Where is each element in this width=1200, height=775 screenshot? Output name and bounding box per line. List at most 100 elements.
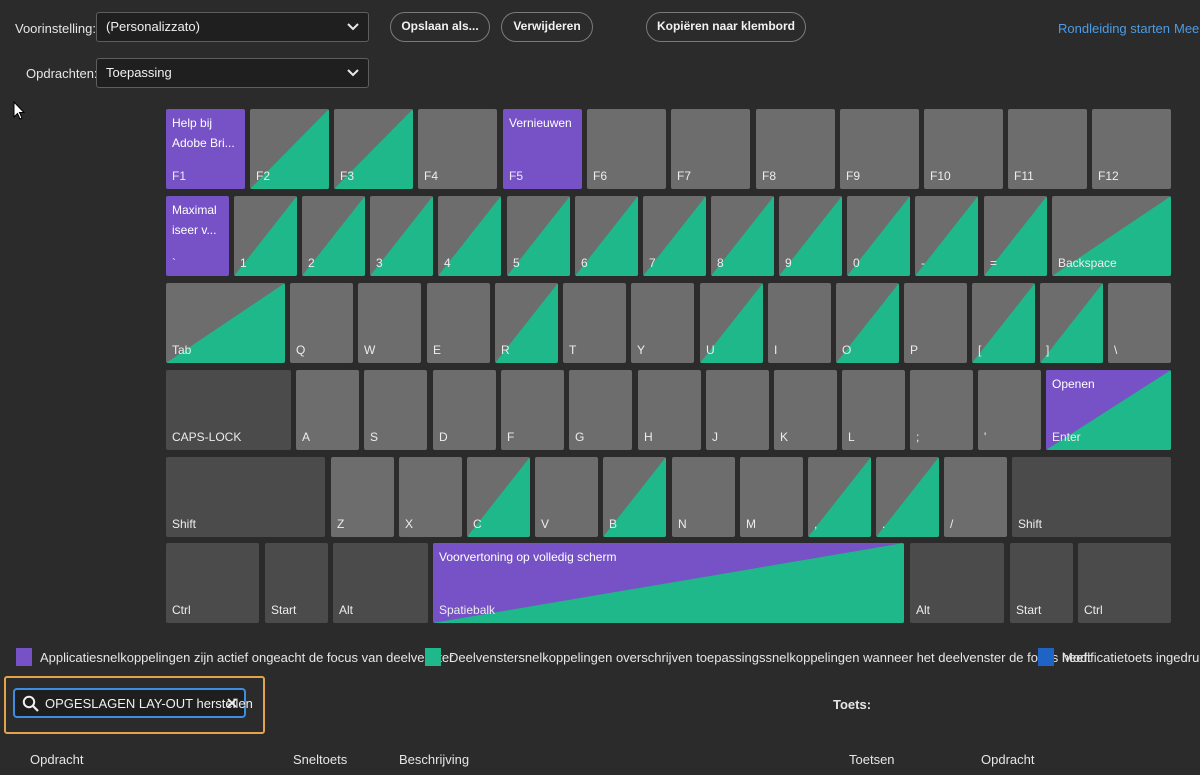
key-7[interactable]: 7 <box>643 196 706 276</box>
search-focus-ring: OPGESLAGEN LAY-OUT herstellen <box>4 676 265 734</box>
start-tour-link[interactable]: Rondleiding starten <box>1058 21 1170 36</box>
key-5[interactable]: 5 <box>507 196 570 276</box>
key-shift[interactable]: Shift <box>166 457 325 537</box>
key-label: Shift <box>1018 517 1043 531</box>
key-i[interactable]: I <box>768 283 831 363</box>
key-q[interactable]: Q <box>290 283 353 363</box>
commands-select[interactable]: Toepassing <box>96 58 369 88</box>
delete-button[interactable]: Verwijderen <box>501 12 593 42</box>
key-s[interactable]: S <box>364 370 427 450</box>
key-o[interactable]: O <box>836 283 899 363</box>
key-sym1-0[interactable]: Maximal iseer v... ` <box>166 196 229 276</box>
key-sym3-11[interactable]: ' <box>978 370 1041 450</box>
key-t[interactable]: T <box>563 283 626 363</box>
key-k[interactable]: K <box>774 370 837 450</box>
preset-label: Voorinstelling: <box>15 21 96 36</box>
key-start[interactable]: Start <box>265 543 328 623</box>
key-sym2-12[interactable]: ] <box>1040 283 1103 363</box>
key-f9[interactable]: F9 <box>840 109 919 189</box>
key-sym1-12[interactable]: = <box>984 196 1047 276</box>
key-spatiebalk[interactable]: Voorvertoning op volledig scherm Spatieba… <box>433 543 904 623</box>
key-sym4-10[interactable]: / <box>944 457 1007 537</box>
key-h[interactable]: H <box>638 370 701 450</box>
key-capslock[interactable]: CAPS-LOCK <box>166 370 291 450</box>
key-x[interactable]: X <box>399 457 462 537</box>
key-f11[interactable]: F11 <box>1008 109 1087 189</box>
key-a[interactable]: A <box>296 370 359 450</box>
key-tab[interactable]: Tab <box>166 283 285 363</box>
key-u[interactable]: U <box>700 283 763 363</box>
key-label: 2 <box>308 256 315 270</box>
search-input[interactable]: OPGESLAGEN LAY-OUT herstellen <box>13 688 253 718</box>
key-f10[interactable]: F10 <box>924 109 1003 189</box>
key-f8[interactable]: F8 <box>756 109 835 189</box>
key-alt[interactable]: Alt <box>333 543 428 623</box>
search-input-value: OPGESLAGEN LAY-OUT herstellen <box>45 696 253 711</box>
key-shift[interactable]: Shift <box>1012 457 1171 537</box>
column-header-keys[interactable]: Toetsen <box>849 752 895 767</box>
key-sym4-8[interactable]: , <box>808 457 871 537</box>
key-f6[interactable]: F6 <box>587 109 666 189</box>
key-ctrl[interactable]: Ctrl <box>166 543 259 623</box>
column-header-description[interactable]: Beschrijving <box>399 752 469 767</box>
key-f1[interactable]: Help bij Adobe Bri... F1 <box>166 109 245 189</box>
key-z[interactable]: Z <box>331 457 394 537</box>
key-2[interactable]: 2 <box>302 196 365 276</box>
key-f3[interactable]: F3 <box>334 109 413 189</box>
key-b[interactable]: B <box>603 457 666 537</box>
key-f2[interactable]: F2 <box>250 109 329 189</box>
key-label: F6 <box>593 169 608 183</box>
more-link[interactable]: Meer <box>1174 21 1200 36</box>
key-f7[interactable]: F7 <box>671 109 750 189</box>
key-label: Start <box>271 603 297 617</box>
copy-to-clipboard-button[interactable]: Kopiëren naar klembord <box>646 12 806 42</box>
key-p[interactable]: P <box>904 283 967 363</box>
key-label: A <box>302 430 311 444</box>
key-label: Ctrl <box>172 603 191 617</box>
legend-swatch-modifier <box>1038 648 1054 666</box>
key-4[interactable]: 4 <box>438 196 501 276</box>
key-start[interactable]: Start <box>1010 543 1073 623</box>
key-1[interactable]: 1 <box>234 196 297 276</box>
key-v[interactable]: V <box>535 457 598 537</box>
key-8[interactable]: 8 <box>711 196 774 276</box>
key-backslash[interactable]: \ <box>1108 283 1171 363</box>
key-sym3-10[interactable]: ; <box>910 370 973 450</box>
key-enter[interactable]: Openen Enter <box>1046 370 1171 450</box>
key-sym1-11[interactable]: - <box>915 196 978 276</box>
key-n[interactable]: N <box>672 457 735 537</box>
key-w[interactable]: W <box>358 283 421 363</box>
preset-select[interactable]: (Personalizzato) <box>96 12 369 42</box>
key-sym4-9[interactable]: . <box>876 457 939 537</box>
key-m[interactable]: M <box>740 457 803 537</box>
key-f5[interactable]: Vernieuwen F5 <box>503 109 582 189</box>
key-l[interactable]: L <box>842 370 905 450</box>
key-ctrl[interactable]: Ctrl <box>1078 543 1171 623</box>
key-3[interactable]: 3 <box>370 196 433 276</box>
key-backspace[interactable]: Backspace <box>1052 196 1171 276</box>
key-r[interactable]: R <box>495 283 558 363</box>
key-c[interactable]: C <box>467 457 530 537</box>
key-f12[interactable]: F12 <box>1092 109 1171 189</box>
key-f4[interactable]: F4 <box>418 109 497 189</box>
key-g[interactable]: G <box>569 370 632 450</box>
column-header-command[interactable]: Opdracht <box>30 752 83 767</box>
key-sym2-11[interactable]: [ <box>972 283 1035 363</box>
preset-select-value: (Personalizzato) <box>106 19 200 34</box>
column-header-command-2[interactable]: Opdracht <box>981 752 1034 767</box>
column-header-shortcut[interactable]: Sneltoets <box>293 752 347 767</box>
key-d[interactable]: D <box>433 370 496 450</box>
key-label: F12 <box>1098 169 1119 183</box>
key-0[interactable]: 0 <box>847 196 910 276</box>
clear-search-icon[interactable] <box>225 696 239 710</box>
key-alt[interactable]: Alt <box>910 543 1004 623</box>
key-j[interactable]: J <box>706 370 769 450</box>
key-f[interactable]: F <box>501 370 564 450</box>
key-y[interactable]: Y <box>631 283 694 363</box>
key-9[interactable]: 9 <box>779 196 842 276</box>
save-as-button[interactable]: Opslaan als... <box>390 12 490 42</box>
key-6[interactable]: 6 <box>575 196 638 276</box>
key-label: Alt <box>916 603 931 617</box>
key-e[interactable]: E <box>427 283 490 363</box>
key-label: G <box>575 430 585 444</box>
